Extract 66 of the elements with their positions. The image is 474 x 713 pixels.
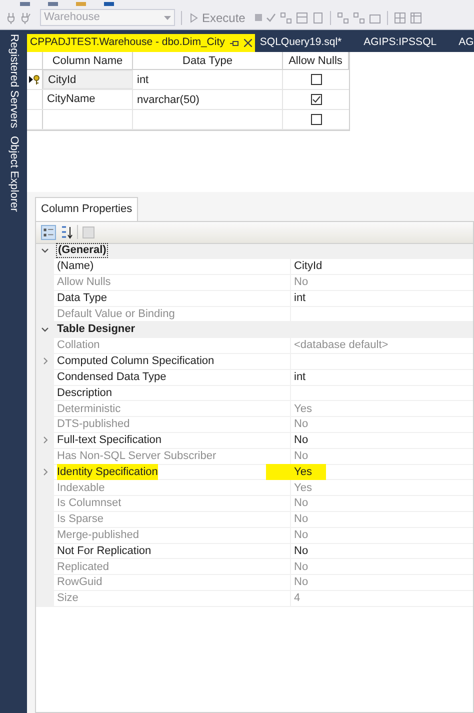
property-row[interactable]: Computed Column Specification [36, 354, 473, 370]
checkbox[interactable] [310, 74, 322, 85]
table-cell[interactable]: CityId [43, 70, 133, 89]
column-properties-tab[interactable]: Column Properties [35, 197, 138, 220]
table-cell[interactable]: nvarchar(50) [133, 90, 283, 109]
play-icon [190, 12, 198, 22]
table-cell[interactable]: CityName [43, 90, 133, 109]
toolbar-icon[interactable] [296, 12, 308, 24]
property-name[interactable]: Computed Column Specification [57, 353, 214, 370]
toolbar-icon[interactable] [353, 12, 366, 24]
expand-chevron-icon[interactable] [42, 436, 48, 444]
property-row[interactable]: Not For Replication No [36, 544, 473, 560]
property-row[interactable]: Identity Specification Yes [36, 464, 473, 480]
property-value[interactable]: No [294, 432, 308, 449]
row-pointer-icon [29, 76, 33, 83]
collapse-chevron-icon[interactable] [41, 327, 49, 332]
toolbar-icon[interactable] [369, 12, 382, 24]
categorized-icon[interactable] [41, 224, 56, 240]
property-name[interactable]: Full-text Specification [57, 432, 162, 449]
property-value[interactable]: int [294, 290, 306, 307]
property-pages-icon[interactable] [81, 224, 96, 240]
plug-icon[interactable] [6, 12, 16, 24]
toolbar-icon[interactable] [280, 12, 292, 24]
category-header[interactable]: Table Designer [56, 323, 136, 336]
sort-alphabetical-icon[interactable] [59, 224, 74, 240]
property-name[interactable]: Data Type [57, 290, 107, 307]
checkbox[interactable] [310, 114, 322, 125]
toolbar-icon[interactable] [312, 12, 324, 24]
sidebar-tab[interactable]: Registered Servers [5, 34, 22, 128]
table-cell[interactable]: int [133, 70, 283, 89]
toolbar-icon[interactable] [337, 12, 350, 24]
document-tab[interactable]: CPPADJTEST.Warehouse - dbo.Dim_City [27, 34, 255, 52]
expand-chevron-icon[interactable] [42, 357, 48, 366]
property-row[interactable]: Full-text Specification No [36, 433, 473, 449]
property-name[interactable]: Identity Specification [57, 464, 158, 480]
key-icon [33, 74, 40, 84]
property-name[interactable]: (Name) [57, 258, 94, 275]
document-tab[interactable]: SQLQuery19.sql* [256, 34, 345, 52]
plug-icon[interactable] [20, 12, 32, 24]
document-tab[interactable]: AG [456, 34, 474, 52]
expand-chevron-icon[interactable] [42, 468, 48, 476]
category-header[interactable]: (General) [56, 243, 108, 258]
checkbox[interactable] [310, 94, 322, 105]
property-value[interactable]: int [294, 369, 306, 386]
property-value[interactable]: No [294, 542, 308, 560]
property-name[interactable]: Condensed Data Type [57, 369, 166, 386]
property-value[interactable]: CityId [294, 258, 322, 275]
property-name[interactable]: Description [57, 384, 112, 402]
property-name[interactable]: Not For Replication [57, 542, 152, 560]
property-row[interactable]: (Name) CityId [36, 259, 473, 276]
property-row[interactable]: Description [36, 386, 473, 402]
toolbar-icon[interactable] [410, 12, 422, 24]
property-value[interactable]: Yes [266, 464, 326, 480]
stop-icon[interactable] [255, 14, 262, 21]
close-icon[interactable] [244, 39, 252, 47]
pin-icon[interactable] [230, 40, 239, 46]
property-row[interactable]: Condensed Data Type int [36, 370, 473, 386]
collapse-chevron-icon[interactable] [41, 248, 49, 254]
property-row[interactable]: Data Type int [36, 290, 473, 307]
document-tab[interactable]: AGIPS:IPSSQL [360, 34, 440, 52]
column-header[interactable]: Allow Nulls [283, 52, 349, 69]
check-icon[interactable] [266, 12, 276, 22]
column-header[interactable]: Data Type [133, 52, 283, 69]
sidebar-tab[interactable]: Object Explorer [5, 136, 22, 212]
column-header[interactable]: Column Name [43, 52, 133, 69]
toolbar-icon[interactable] [394, 12, 406, 24]
